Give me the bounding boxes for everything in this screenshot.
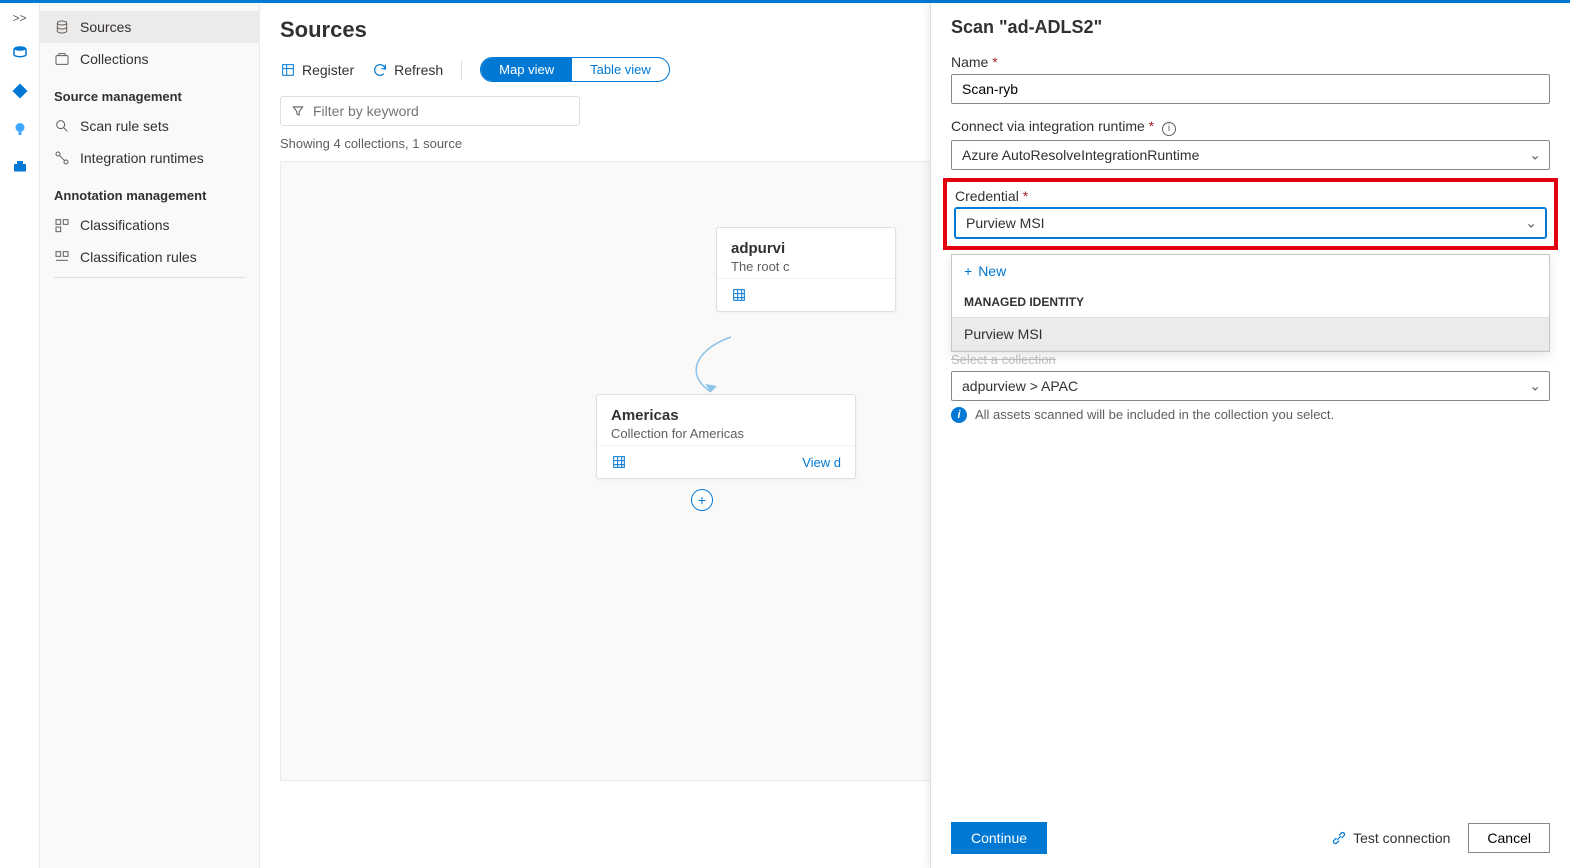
collection-help: i All assets scanned will be included in… [951, 407, 1550, 423]
refresh-label: Refresh [394, 62, 443, 78]
info-icon: i [951, 407, 967, 423]
card-subtitle: The root c [731, 259, 881, 274]
runtime-value: Azure AutoResolveIntegrationRuntime [962, 147, 1199, 163]
card-title: Americas [611, 407, 841, 424]
register-button[interactable]: Register [280, 62, 354, 78]
scan-rule-icon [54, 118, 70, 134]
classifications-icon [54, 217, 70, 233]
classification-rules-icon [54, 249, 70, 265]
runtime-label: Connect via integration runtime * i [951, 118, 1550, 136]
card-title: adpurvi [731, 240, 881, 257]
credential-group-label: MANAGED IDENTITY [952, 287, 1549, 317]
scan-panel: Scan "ad-ADLS2" Name * Connect via integ… [930, 3, 1570, 868]
runtime-dropdown[interactable]: Azure AutoResolveIntegrationRuntime ⌄ [951, 140, 1550, 170]
sidebar-item-label: Collections [80, 51, 148, 67]
collections-icon [54, 51, 70, 67]
credential-option-purview-msi[interactable]: Purview MSI [952, 317, 1549, 351]
test-connection-label: Test connection [1353, 830, 1450, 846]
management-icon[interactable] [10, 157, 30, 177]
sidebar-item-label: Classifications [80, 217, 169, 233]
sidebar-section-annotation: Annotation management [40, 174, 259, 209]
connector-line [671, 332, 751, 402]
sidebar-item-integration-runtimes[interactable]: Integration runtimes [40, 142, 259, 174]
refresh-icon [372, 62, 388, 78]
collection-card-root[interactable]: adpurvi The root c [716, 227, 896, 312]
sidebar-item-collections[interactable]: Collections [40, 43, 259, 75]
new-label: New [978, 263, 1006, 279]
filter-input[interactable] [313, 103, 569, 119]
grid-icon [731, 287, 747, 303]
sidebar-item-classification-rules[interactable]: Classification rules [40, 241, 259, 273]
name-label: Name * [951, 54, 1550, 70]
cancel-button[interactable]: Cancel [1468, 823, 1550, 853]
panel-title: Scan "ad-ADLS2" [951, 17, 1550, 38]
view-details-link[interactable]: View d [802, 455, 841, 470]
plug-icon [1331, 830, 1347, 846]
plus-icon: + [964, 263, 972, 279]
collection-label-obscured: Select a collection [951, 352, 1550, 367]
credential-label: Credential * [955, 188, 1546, 204]
toolbar-divider [461, 60, 462, 80]
register-icon [280, 62, 296, 78]
data-catalog-icon[interactable] [10, 43, 30, 63]
table-view-toggle[interactable]: Table view [572, 58, 669, 81]
filter-box[interactable] [280, 96, 580, 126]
map-view-toggle[interactable]: Map view [481, 58, 572, 81]
sources-icon [54, 19, 70, 35]
add-collection-button[interactable]: + [691, 489, 713, 511]
chevron-down-icon: ⌄ [1529, 146, 1541, 163]
sidebar-section-source-mgmt: Source management [40, 75, 259, 110]
credential-value: Purview MSI [966, 215, 1045, 231]
collection-card-americas[interactable]: Americas Collection for Americas View d [596, 394, 856, 479]
credential-dropdown-popup: + New MANAGED IDENTITY Purview MSI [951, 254, 1550, 352]
sidebar-item-label: Sources [80, 19, 131, 35]
chevron-down-icon: ⌄ [1529, 377, 1541, 394]
filter-icon [291, 104, 305, 118]
map-icon[interactable] [10, 81, 30, 101]
collection-dropdown[interactable]: adpurview > APAC ⌄ [951, 371, 1550, 401]
sidebar-item-label: Classification rules [80, 249, 197, 265]
sidebar-item-classifications[interactable]: Classifications [40, 209, 259, 241]
sidebar-item-scan-rule-sets[interactable]: Scan rule sets [40, 110, 259, 142]
sidebar-item-sources[interactable]: Sources [40, 11, 259, 43]
refresh-button[interactable]: Refresh [372, 62, 443, 78]
view-toggle: Map view Table view [480, 57, 670, 82]
name-input[interactable] [951, 74, 1550, 104]
test-connection-button[interactable]: Test connection [1331, 830, 1450, 846]
insights-icon[interactable] [10, 119, 30, 139]
card-subtitle: Collection for Americas [611, 426, 841, 441]
sidebar-item-label: Scan rule sets [80, 118, 169, 134]
continue-button[interactable]: Continue [951, 822, 1047, 854]
collection-value: adpurview > APAC [962, 378, 1078, 394]
runtime-icon [54, 150, 70, 166]
info-icon[interactable]: i [1162, 122, 1176, 136]
panel-footer: Continue Test connection Cancel [951, 810, 1550, 854]
icon-rail: >> [0, 3, 40, 868]
grid-icon [611, 454, 627, 470]
credential-highlight: Credential * Purview MSI ⌄ [943, 178, 1558, 250]
register-label: Register [302, 62, 354, 78]
chevron-down-icon: ⌄ [1525, 214, 1537, 231]
help-text: All assets scanned will be included in t… [975, 407, 1334, 422]
sidebar-nav: Sources Collections Source management Sc… [40, 3, 260, 868]
sidebar-item-label: Integration runtimes [80, 150, 204, 166]
new-credential-option[interactable]: + New [952, 255, 1549, 287]
credential-dropdown[interactable]: Purview MSI ⌄ [955, 208, 1546, 238]
expand-rail-icon[interactable]: >> [12, 11, 26, 25]
